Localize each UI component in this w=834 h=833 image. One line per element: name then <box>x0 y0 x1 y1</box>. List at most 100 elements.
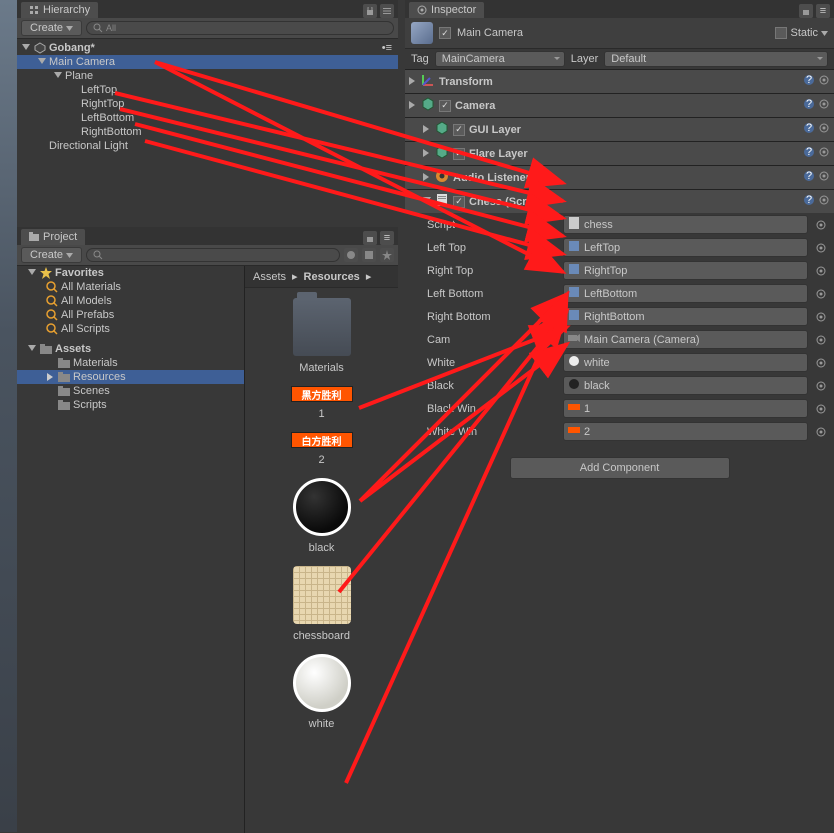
lock-icon[interactable] <box>799 4 813 18</box>
asset-folder[interactable]: Materials <box>17 356 244 370</box>
foldout-icon[interactable] <box>423 172 431 184</box>
component-header[interactable]: GUI Layer ? <box>405 118 834 141</box>
object-picker-icon[interactable] <box>814 264 828 278</box>
favorite-item[interactable]: All Prefabs <box>17 308 244 322</box>
object-field[interactable]: LeftBottom <box>563 284 808 303</box>
foldout-icon[interactable] <box>423 124 431 136</box>
lock-icon[interactable] <box>363 4 377 18</box>
static-checkbox[interactable] <box>775 27 787 39</box>
asset-item[interactable]: Materials <box>282 298 362 374</box>
save-search-icon[interactable] <box>380 248 394 262</box>
foldout-icon[interactable] <box>409 100 417 112</box>
object-field[interactable]: LeftTop <box>563 238 808 257</box>
help-icon[interactable]: ? <box>803 122 815 137</box>
settings-icon[interactable] <box>818 122 830 137</box>
component-header[interactable]: Chess (Script) ? <box>405 190 834 213</box>
dropdown-arrow-icon[interactable] <box>821 31 828 36</box>
asset-item[interactable]: 黑方胜利1 <box>282 386 362 420</box>
hierarchy-item[interactable]: RightBottom <box>17 125 398 139</box>
object-field[interactable]: Main Camera (Camera) <box>563 330 808 349</box>
breadcrumb-item[interactable]: Assets <box>253 271 286 283</box>
project-search[interactable] <box>86 248 340 262</box>
object-field[interactable]: 1 <box>563 399 808 418</box>
component-header[interactable]: Audio Listener ? <box>405 166 834 189</box>
object-field[interactable]: 2 <box>563 422 808 441</box>
breadcrumb-item[interactable]: Resources <box>304 271 360 283</box>
help-icon[interactable]: ? <box>803 170 815 185</box>
hierarchy-item[interactable]: LeftBottom <box>17 111 398 125</box>
object-picker-icon[interactable] <box>814 402 828 416</box>
object-picker-icon[interactable] <box>814 333 828 347</box>
object-field[interactable]: black <box>563 376 808 395</box>
component-header[interactable]: Transform ? <box>405 70 834 93</box>
hierarchy-item[interactable]: Plane <box>17 69 398 83</box>
active-checkbox[interactable] <box>439 27 451 39</box>
asset-item[interactable]: black <box>282 478 362 554</box>
context-menu-icon[interactable] <box>380 4 394 18</box>
object-field[interactable]: RightBottom <box>563 307 808 326</box>
object-picker-icon[interactable] <box>814 287 828 301</box>
component-header[interactable]: Camera ? <box>405 94 834 117</box>
filter-area-icon[interactable] <box>344 248 358 262</box>
asset-folder[interactable]: Scripts <box>17 398 244 412</box>
settings-icon[interactable] <box>818 74 830 89</box>
component-enabled-checkbox[interactable] <box>453 196 465 208</box>
object-field[interactable]: RightTop <box>563 261 808 280</box>
field-value: 1 <box>584 403 590 415</box>
component-enabled-checkbox[interactable] <box>453 124 465 136</box>
object-picker-icon[interactable] <box>814 379 828 393</box>
favorite-item[interactable]: All Scripts <box>17 322 244 336</box>
component-enabled-checkbox[interactable] <box>453 148 465 160</box>
scene-root[interactable]: Gobang* •≡ <box>17 41 398 55</box>
object-picker-icon[interactable] <box>814 356 828 370</box>
hierarchy-item[interactable]: LeftTop <box>17 83 398 97</box>
context-menu-icon[interactable]: ≡ <box>816 4 830 18</box>
asset-item[interactable]: 白方胜利2 <box>282 432 362 466</box>
inspector-tab[interactable]: Inspector <box>409 2 484 18</box>
context-menu-icon[interactable]: ≡ <box>380 231 394 245</box>
filter-type-icon[interactable] <box>362 248 376 262</box>
component-enabled-checkbox[interactable] <box>439 100 451 112</box>
hierarchy-item[interactable]: RightTop <box>17 97 398 111</box>
create-button[interactable]: Create <box>21 247 82 263</box>
favorite-item[interactable]: All Models <box>17 294 244 308</box>
hierarchy-item[interactable]: Main Camera <box>17 55 398 69</box>
object-picker-icon[interactable] <box>814 425 828 439</box>
settings-icon[interactable] <box>818 170 830 185</box>
object-picker-icon[interactable] <box>814 218 828 232</box>
object-picker-icon[interactable] <box>814 310 828 324</box>
hierarchy-search[interactable]: All <box>86 21 394 35</box>
scene-menu-icon[interactable]: •≡ <box>382 42 398 54</box>
settings-icon[interactable] <box>818 194 830 209</box>
hierarchy-tab[interactable]: Hierarchy <box>21 2 98 18</box>
lock-icon[interactable] <box>363 231 377 245</box>
settings-icon[interactable] <box>818 146 830 161</box>
add-component-button[interactable]: Add Component <box>510 457 730 479</box>
help-icon[interactable]: ? <box>803 194 815 209</box>
asset-item[interactable]: chessboard <box>282 566 362 642</box>
foldout-icon[interactable] <box>21 44 31 52</box>
object-field[interactable]: white <box>563 353 808 372</box>
object-field[interactable]: chess <box>563 215 808 234</box>
settings-icon[interactable] <box>818 98 830 113</box>
help-icon[interactable]: ? <box>803 98 815 113</box>
asset-folder[interactable]: Resources <box>17 370 244 384</box>
favorite-item[interactable]: All Materials <box>17 280 244 294</box>
help-icon[interactable]: ? <box>803 74 815 89</box>
hierarchy-item[interactable]: Directional Light <box>17 139 398 153</box>
object-picker-icon[interactable] <box>814 241 828 255</box>
project-tab[interactable]: Project <box>21 229 85 245</box>
assets-header[interactable]: Assets <box>17 342 244 356</box>
foldout-icon[interactable] <box>409 76 417 88</box>
foldout-icon[interactable] <box>423 196 431 208</box>
gameobject-name[interactable]: Main Camera <box>457 27 769 39</box>
asset-item[interactable]: white <box>282 654 362 730</box>
help-icon[interactable]: ? <box>803 146 815 161</box>
layer-dropdown[interactable]: Default <box>604 51 828 67</box>
create-button[interactable]: Create <box>21 20 82 36</box>
foldout-icon[interactable] <box>423 148 431 160</box>
asset-folder[interactable]: Scenes <box>17 384 244 398</box>
favorites-header[interactable]: Favorites <box>17 266 244 280</box>
component-header[interactable]: Flare Layer ? <box>405 142 834 165</box>
tag-dropdown[interactable]: MainCamera <box>435 51 565 67</box>
